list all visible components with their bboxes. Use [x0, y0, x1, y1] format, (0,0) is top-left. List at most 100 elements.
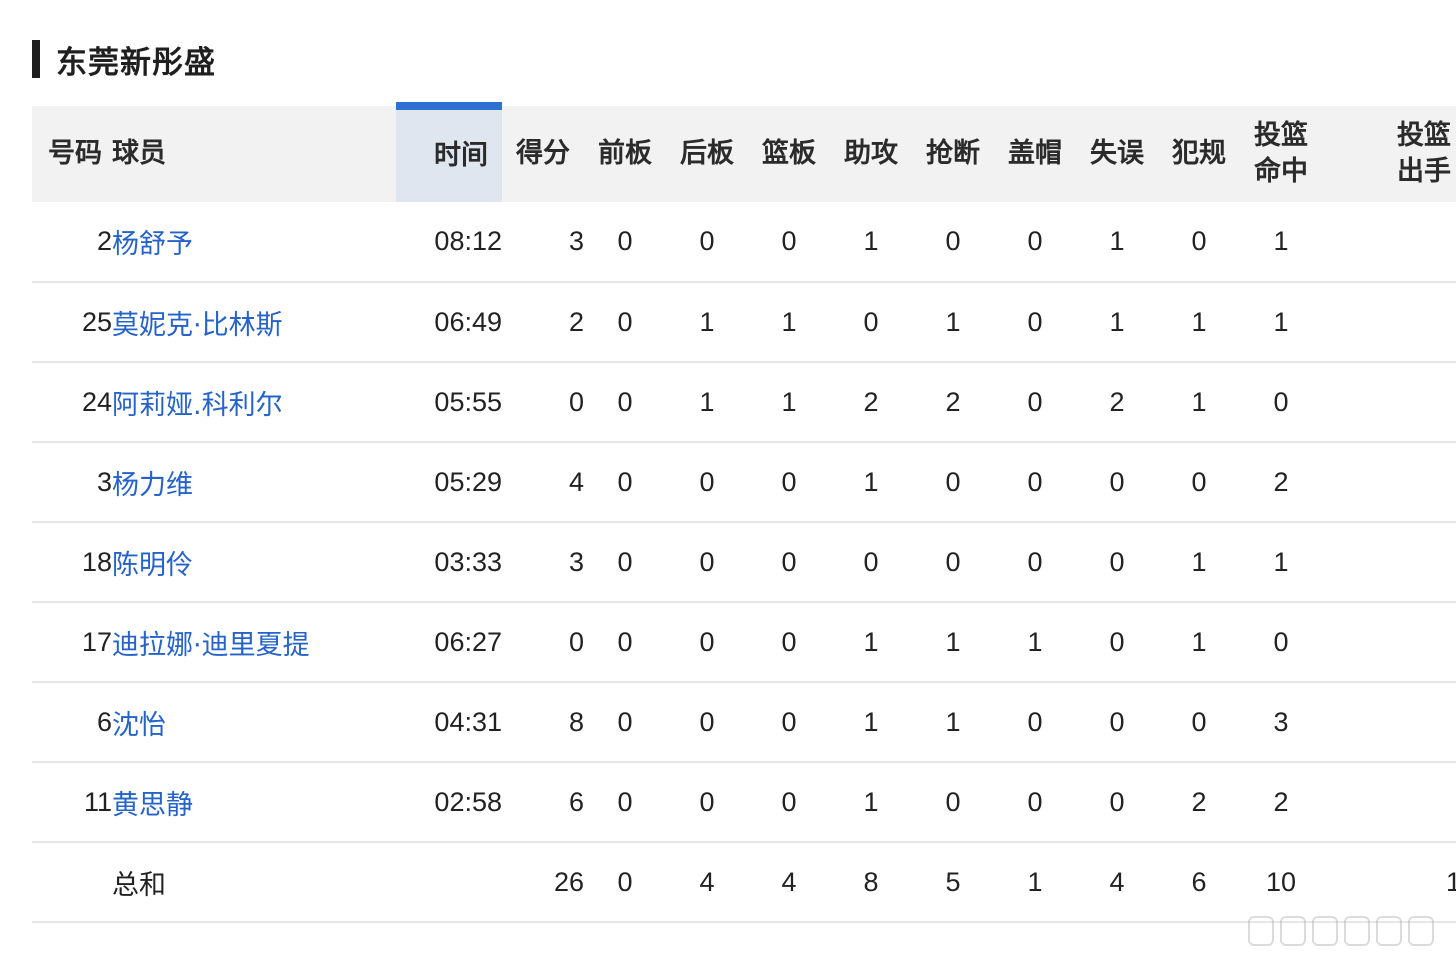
totals-label: 总和	[112, 869, 166, 901]
col-header-offensive-rebounds[interactable]: 前板	[584, 106, 666, 202]
stat-reb: 0	[781, 786, 797, 817]
stat-tov: 1	[1109, 306, 1125, 337]
totals-label-cell: 总和	[112, 842, 396, 922]
stat-fgm: 1	[1273, 306, 1289, 337]
stat-pf: 1	[1191, 386, 1207, 417]
stat-ast: 0	[863, 306, 879, 337]
minutes-played: 05:29	[434, 466, 502, 497]
player-cell: 杨舒予	[112, 202, 396, 282]
stat-stl: 0	[945, 546, 961, 577]
stat-tov: 1	[1109, 226, 1125, 256]
stat-blk: 0	[1027, 306, 1043, 337]
player-number: 2	[96, 226, 112, 256]
col-header-assists[interactable]: 助攻	[830, 106, 912, 202]
stat-tov: 0	[1109, 466, 1125, 497]
stat-blk: 1	[1027, 626, 1043, 657]
totals-number-empty	[32, 842, 112, 922]
stat-pf: 0	[1191, 466, 1207, 497]
minutes-played: 06:49	[434, 306, 502, 337]
table-row: 25莫妮克·比林斯 06:49 2 0 1 1 0 1 0 1 1 1 4	[32, 282, 1456, 362]
player-number: 18	[81, 546, 112, 577]
stat-tov: 2	[1109, 386, 1125, 417]
col-header-player[interactable]: 球员	[112, 106, 396, 202]
total-fga: 18	[1322, 842, 1456, 922]
player-cell: 阿莉娅.科利尔	[112, 362, 396, 442]
col-header-fouls[interactable]: 犯规	[1158, 106, 1240, 202]
stat-blk: 0	[1027, 546, 1043, 577]
stat-stl: 1	[945, 626, 961, 657]
stat-ast: 1	[863, 466, 879, 497]
watermark-shape	[1280, 916, 1306, 946]
stat-fga: 3	[1322, 682, 1456, 762]
player-name-link[interactable]: 阿莉娅.科利尔	[112, 390, 283, 421]
stat-tov: 0	[1109, 546, 1125, 577]
col-header-field-goals-attempted[interactable]: 投篮出手	[1322, 106, 1456, 202]
stat-reb: 0	[781, 546, 797, 577]
player-name-link[interactable]: 陈明伶	[112, 550, 193, 581]
player-number: 24	[81, 386, 112, 417]
player-cell: 陈明伶	[112, 522, 396, 602]
stat-fga: 3	[1322, 202, 1456, 282]
player-cell: 沈怡	[112, 682, 396, 762]
watermark-shape	[1408, 916, 1434, 946]
stat-reb: 0	[781, 626, 797, 657]
table-body: 2杨舒予08:123000100101325莫妮克·比林斯06:49201101…	[32, 202, 1456, 922]
col-header-number[interactable]: 号码	[32, 106, 112, 202]
fga-label: 投篮出手	[1397, 120, 1451, 187]
col-header-turnovers[interactable]: 失误	[1076, 106, 1158, 202]
total-stl: 5	[945, 866, 961, 897]
player-number: 17	[81, 626, 112, 657]
total-ast: 8	[863, 866, 879, 897]
col-header-defensive-rebounds[interactable]: 后板	[666, 106, 748, 202]
stat-fgm: 1	[1273, 546, 1289, 577]
minutes-played: 04:31	[434, 706, 502, 737]
stat-blk: 0	[1027, 386, 1043, 417]
player-name-link[interactable]: 黄思静	[112, 790, 193, 821]
total-pts: 26	[553, 866, 584, 897]
totals-time-empty	[396, 842, 502, 922]
stat-pf: 1	[1191, 546, 1207, 577]
stat-tov: 0	[1109, 626, 1125, 657]
stat-pts: 6	[568, 786, 584, 817]
team-section-header: 东莞新彤盛	[32, 40, 216, 81]
stat-pf: 2	[1191, 786, 1207, 817]
stat-ast: 0	[863, 546, 879, 577]
player-name-link[interactable]: 莫妮克·比林斯	[112, 310, 283, 341]
stat-ast: 1	[863, 786, 879, 817]
stat-reb: 1	[781, 306, 797, 337]
stat-pf: 0	[1191, 706, 1207, 737]
table-row: 18陈明伶 03:33 3 0 0 0 0 0 0 0 1 1 1	[32, 522, 1456, 602]
stat-fgm: 2	[1273, 466, 1289, 497]
player-name-link[interactable]: 迪拉娜·迪里夏提	[112, 630, 310, 661]
stat-reb: 0	[781, 706, 797, 737]
minutes-played: 05:55	[434, 386, 502, 417]
team-name: 东莞新彤盛	[56, 44, 216, 81]
stat-fga: 2	[1322, 442, 1456, 522]
col-header-field-goals-made[interactable]: 投篮命中	[1240, 106, 1322, 202]
minutes-played: 06:27	[434, 626, 502, 657]
stat-ast: 2	[863, 386, 879, 417]
col-header-rebounds[interactable]: 篮板	[748, 106, 830, 202]
stat-stl: 1	[945, 706, 961, 737]
table-row: 6沈怡 04:31 8 0 0 0 1 1 0 0 0 3 3	[32, 682, 1456, 762]
stat-tov: 0	[1109, 706, 1125, 737]
stat-stl: 0	[945, 786, 961, 817]
player-number: 11	[83, 786, 112, 817]
stat-dreb: 0	[699, 786, 715, 817]
stat-oreb: 0	[617, 706, 633, 737]
player-name-link[interactable]: 杨舒予	[112, 229, 193, 260]
col-header-points[interactable]: 得分	[502, 106, 584, 202]
table-row: 3杨力维 05:29 4 0 0 0 1 0 0 0 0 2 2	[32, 442, 1456, 522]
total-fgm: 10	[1265, 866, 1297, 897]
col-header-steals[interactable]: 抢断	[912, 106, 994, 202]
col-header-blocks[interactable]: 盖帽	[994, 106, 1076, 202]
stat-ast: 1	[863, 706, 879, 737]
watermark-shape	[1376, 916, 1402, 946]
player-name-link[interactable]: 沈怡	[112, 710, 166, 741]
player-number: 6	[96, 706, 112, 737]
col-header-time-sorted[interactable]: 时间	[396, 102, 502, 202]
stat-stl: 2	[945, 386, 961, 417]
total-oreb: 0	[617, 866, 633, 897]
stat-blk: 0	[1027, 226, 1043, 256]
player-name-link[interactable]: 杨力维	[112, 470, 193, 501]
